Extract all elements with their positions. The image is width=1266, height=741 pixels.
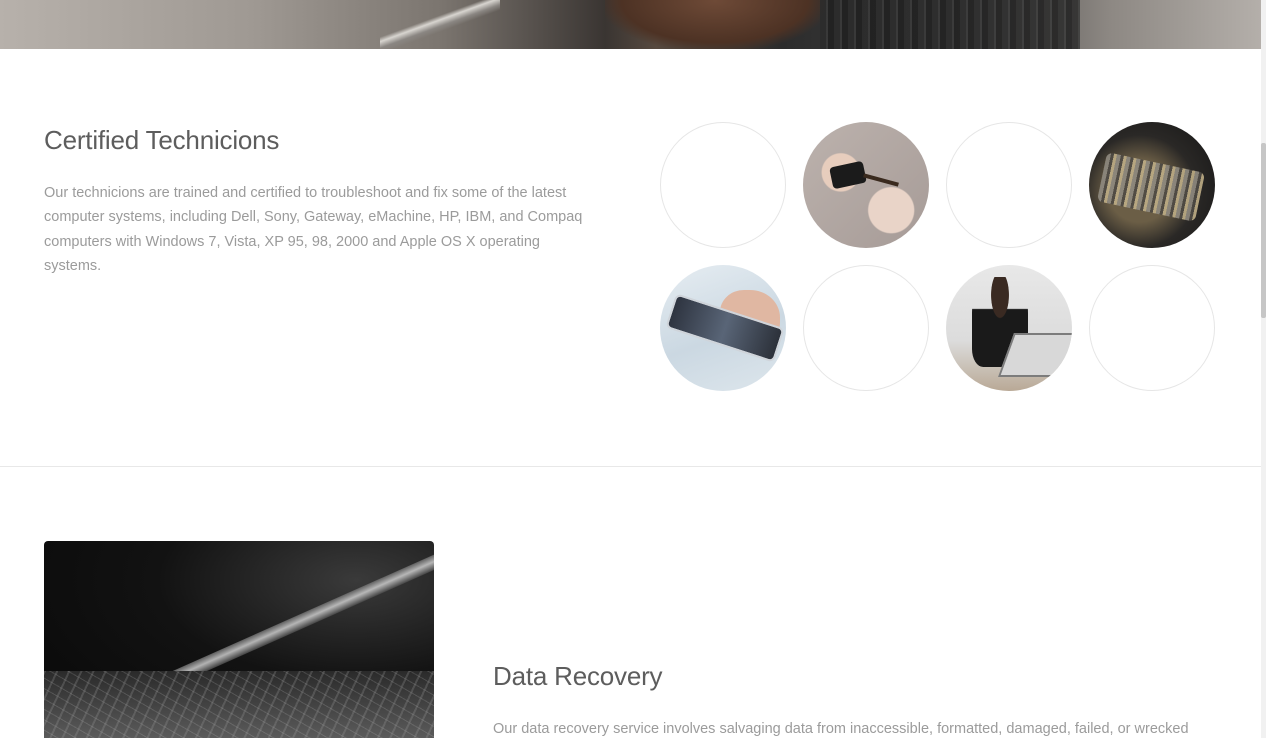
section-title-recovery: Data Recovery [493,661,663,691]
section-text-recovery: Our data recovery service involves salva… [493,721,1189,737]
phone-image [829,160,867,190]
gallery-circle-empty [660,122,786,248]
gallery-circle-empty [1089,265,1215,391]
gallery-circle-phone-repair[interactable] [803,122,929,248]
cracked-glass [44,671,434,738]
phone-board-image [1096,152,1206,222]
hero-laptop-edge [380,0,500,49]
section-title-technicians: Certified Technicions [44,125,280,155]
section-text-technicians: Our technicions are trained and certifie… [44,185,583,274]
gallery-circle-empty [803,265,929,391]
gallery-circle-stressed-user[interactable] [946,265,1072,391]
hero-circuit-board [820,0,1080,49]
broken-screen-image [44,541,434,738]
hero-hand [605,0,825,49]
gallery-circle-phone-internals[interactable] [1089,122,1215,248]
screwdriver-image [863,173,899,187]
hero-image [0,0,1261,49]
gallery-circle-empty [946,122,1072,248]
section-divider [0,466,1261,467]
scrollbar-thumb[interactable] [1261,143,1266,318]
page-scrollbar[interactable] [1261,0,1266,738]
gallery-circle-broken-phone[interactable] [660,265,786,391]
